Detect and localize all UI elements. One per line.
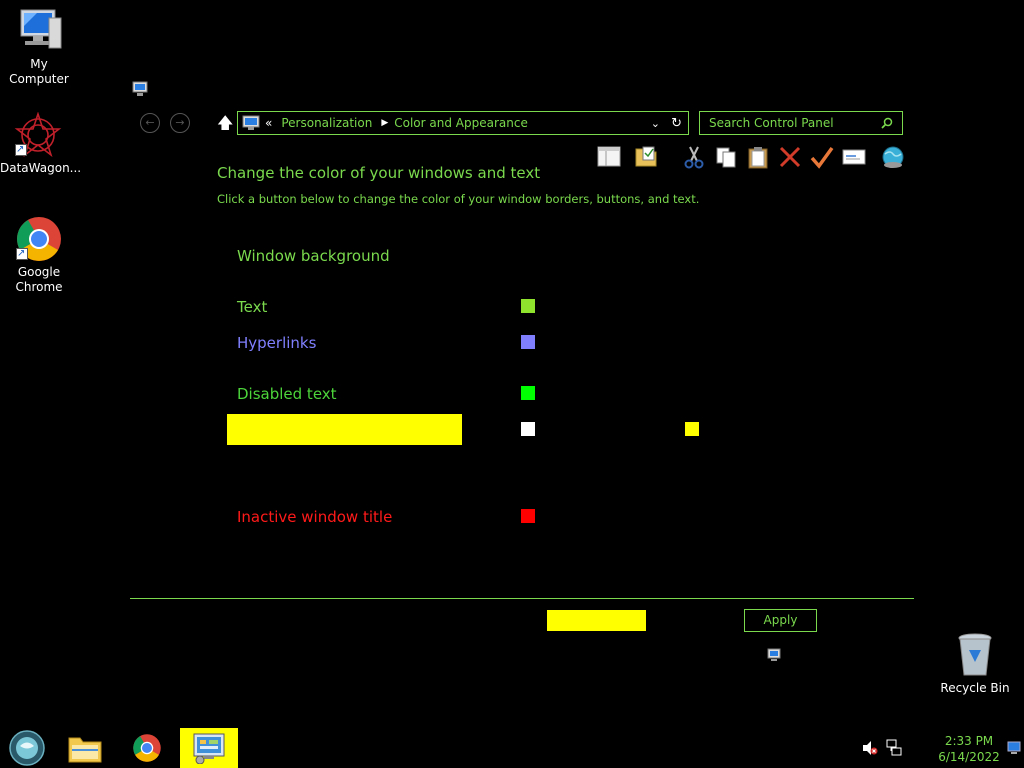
apply-button[interactable]: Apply	[744, 609, 817, 632]
item-text[interactable]: Text	[237, 298, 267, 316]
item-selected-text: Selected text	[237, 421, 337, 439]
control-panel-small-icon	[132, 81, 148, 96]
folder-options-icon[interactable]	[634, 145, 658, 169]
chrome-icon	[133, 734, 161, 762]
search-placeholder: Search Control Panel	[709, 116, 834, 130]
network-icon[interactable]	[886, 739, 902, 756]
breadcrumb-personalization[interactable]: Personalization	[281, 116, 372, 130]
clock-time: 2:33 PM	[944, 734, 994, 748]
dropdown-chevron-icon[interactable]: ⌄	[651, 117, 660, 130]
item-inactive-window-title[interactable]: Inactive window title	[237, 508, 392, 526]
item-hyperlinks[interactable]: Hyperlinks	[237, 334, 316, 352]
breadcrumb-color-appearance[interactable]: Color and Appearance	[394, 116, 528, 130]
clock-date: 6/14/2022	[938, 750, 1000, 764]
footer-divider	[130, 598, 914, 599]
checkmark-icon[interactable]	[810, 145, 834, 169]
control-panel-icon	[193, 733, 225, 764]
globe-icon[interactable]	[881, 145, 905, 169]
desktop-icon-chrome[interactable]: Google Chrome	[1, 216, 77, 295]
text-color-swatch[interactable]	[521, 299, 535, 313]
desktop-icon-label: Recycle Bin	[940, 681, 1010, 695]
volume-muted-icon[interactable]	[862, 740, 878, 756]
inactive-title-color-swatch[interactable]	[521, 509, 535, 523]
desktop-icon-my-computer[interactable]: My Computer	[1, 8, 77, 87]
hyperlink-color-swatch[interactable]	[521, 335, 535, 349]
selected-text-color-swatch[interactable]	[521, 422, 535, 436]
selected-background-color-swatch[interactable]	[685, 422, 699, 436]
layout-pane-icon[interactable]	[597, 145, 621, 169]
taskbar-clock[interactable]: 2:33 PM 6/14/2022	[932, 733, 1006, 765]
up-button[interactable]: 🡅	[217, 113, 233, 133]
refresh-icon[interactable]: ↻	[671, 116, 682, 131]
computer-icon	[20, 9, 62, 49]
search-icon[interactable]	[881, 117, 893, 129]
item-selected-text-highlight[interactable]: Selected text	[227, 414, 462, 445]
taskbar-file-explorer[interactable]	[63, 728, 107, 768]
breadcrumb-separator-icon: ▶	[381, 118, 389, 128]
taskbar-chrome[interactable]	[125, 728, 169, 768]
desktop-icon-label: My Computer	[9, 57, 69, 86]
desktop-icon-label: Google Chrome	[15, 265, 63, 294]
page-title: Change the color of your windows and tex…	[217, 164, 541, 182]
properties-icon[interactable]	[842, 145, 866, 169]
recycle-bin-icon	[958, 633, 992, 676]
back-button[interactable]: ←	[140, 113, 160, 133]
show-desktop-icon[interactable]	[1007, 741, 1021, 755]
cut-icon[interactable]	[682, 145, 706, 169]
item-window-background[interactable]: Window background	[237, 247, 390, 265]
paste-icon[interactable]	[746, 145, 770, 169]
control-panel-icon	[242, 115, 260, 130]
desktop-icon-datawagon[interactable]: DataWagon...	[0, 112, 82, 176]
forward-button[interactable]: →	[170, 113, 190, 133]
taskbar-control-panel-active[interactable]	[180, 728, 238, 768]
desktop-icon-label: DataWagon...	[0, 161, 82, 175]
item-disabled-text[interactable]: Disabled text	[237, 385, 337, 403]
monitor-small-icon	[767, 648, 781, 661]
start-orb-icon	[9, 730, 45, 766]
shortcut-arrow-icon	[15, 142, 27, 157]
start-button[interactable]	[5, 728, 49, 768]
save-changes-button[interactable]: Save changes	[547, 610, 646, 631]
address-bar[interactable]: « Personalization ▶ Color and Appearance…	[237, 111, 689, 135]
shortcut-arrow-icon	[16, 246, 28, 261]
disabled-text-color-swatch[interactable]	[521, 386, 535, 400]
desktop-icon-recycle-bin[interactable]: Recycle Bin	[937, 632, 1013, 696]
delete-icon[interactable]	[778, 145, 802, 169]
page-subtitle: Click a button below to change the color…	[217, 192, 700, 206]
breadcrumb-overflow[interactable]: «	[265, 116, 272, 130]
folder-icon	[68, 737, 102, 763]
search-control-panel-input[interactable]: Search Control Panel	[699, 111, 903, 135]
copy-icon[interactable]	[714, 145, 738, 169]
